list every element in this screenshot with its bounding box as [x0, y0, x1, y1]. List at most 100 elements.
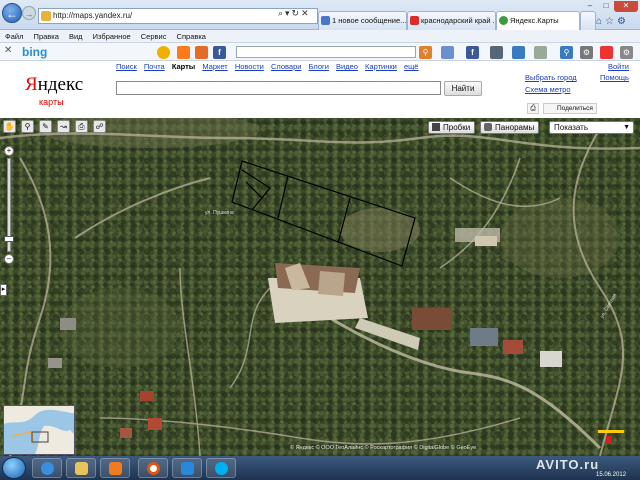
menu-file[interactable]: Файл [5, 32, 23, 41]
search-toolbar-icon[interactable]: ⚲ [560, 46, 573, 59]
menu-bar: Файл Правка Вид Избранное Сервис Справка [0, 30, 640, 43]
yandex-site-icon [41, 11, 51, 21]
qip-icon [181, 462, 194, 475]
zoom-slider[interactable]: + – [4, 146, 14, 264]
facebook-icon[interactable]: f [213, 46, 226, 59]
zoom-out-button[interactable]: – [4, 254, 14, 264]
yandex-header: Яндекс карты Поиск Почта Карты Маркет Но… [0, 61, 640, 118]
nav-pochta[interactable]: Почта [144, 62, 165, 71]
skype-icon [215, 462, 228, 475]
media-player-icon [109, 462, 122, 475]
panoramas-button[interactable]: Панорамы [480, 121, 540, 134]
nav-poisk[interactable]: Поиск [116, 62, 137, 71]
taskbar-media[interactable] [100, 458, 130, 478]
browser-toolbar: ← → http://maps.yandex.ru/ ⌕▾↻✕ 1 новое … [0, 0, 640, 30]
metro-map-link[interactable]: Схема метро [525, 85, 571, 94]
tab-krasnodar[interactable]: краснодарский край ... [407, 11, 496, 30]
menu-tools[interactable]: Сервис [141, 32, 167, 41]
news-icon[interactable] [177, 46, 190, 59]
satellite-map[interactable]: ✋ ⚲ ✎ ↝ ⎙ ☍ Пробки Панорамы Показать ▼ +… [0, 118, 640, 456]
maps-icon [499, 16, 508, 25]
like-icon[interactable] [441, 46, 454, 59]
minimap-drawing [4, 406, 74, 454]
taskbar-skype[interactable] [206, 458, 236, 478]
taskbar-qip[interactable] [172, 458, 202, 478]
facebook-share-icon[interactable]: f [466, 46, 479, 59]
hand-tool-icon[interactable]: ✋ [3, 120, 16, 133]
menu-help[interactable]: Справка [177, 32, 206, 41]
search-button[interactable]: Найти [444, 81, 482, 96]
yandex-services-nav: Поиск Почта Карты Маркет Новости Словари… [116, 62, 423, 71]
zoom-handle[interactable] [4, 236, 14, 242]
bing-search-input[interactable] [236, 46, 416, 58]
minimize-button[interactable]: – [582, 1, 598, 12]
yandex-icon [410, 16, 419, 25]
help-link[interactable]: Помощь [600, 73, 629, 82]
panorama-icon [484, 123, 492, 131]
map-search-input[interactable] [116, 81, 441, 95]
nav-video[interactable]: Видео [336, 62, 358, 71]
nav-novosti[interactable]: Новости [235, 62, 264, 71]
ie-icon [41, 462, 54, 475]
vk-icon [321, 16, 330, 25]
zoom-in-button[interactable]: + [4, 146, 14, 156]
avito-watermark: AVITO.ru [536, 457, 600, 472]
address-bar[interactable]: http://maps.yandex.ru/ [38, 8, 318, 24]
weather-icon[interactable] [157, 46, 170, 59]
maximize-button[interactable]: □ [598, 1, 614, 12]
link-tool-icon[interactable]: ☍ [93, 120, 106, 133]
collapse-panel-arrow[interactable]: ▸ [0, 284, 7, 296]
login-link[interactable]: Войти [608, 62, 629, 71]
route-tool-icon[interactable]: ↝ [57, 120, 70, 133]
scale-bar [598, 430, 624, 433]
new-tab-button[interactable] [580, 11, 596, 30]
pin-icon[interactable] [600, 46, 613, 59]
ruler-tool-icon[interactable]: ✎ [39, 120, 52, 133]
menu-favorites[interactable]: Избранное [93, 32, 131, 41]
settings-toolbar-icon[interactable]: ⚙ [580, 46, 593, 59]
yandex-logo[interactable]: Яндекс [25, 74, 83, 96]
close-window-button[interactable]: ✕ [614, 1, 638, 12]
taskbar-explorer[interactable] [66, 458, 96, 478]
video-icon[interactable] [534, 46, 547, 59]
overview-minimap[interactable] [3, 405, 75, 455]
nav-more[interactable]: ещё [404, 62, 419, 71]
print-map-icon[interactable]: ⎙ [75, 120, 88, 133]
choose-city-link[interactable]: Выбрать город [525, 73, 577, 82]
mail-icon[interactable] [195, 46, 208, 59]
address-controls[interactable]: ⌕▾↻✕ [278, 8, 311, 19]
traffic-icon [432, 123, 440, 131]
clock-date: 15.06.2012 [596, 472, 627, 478]
close-toolbar-icon[interactable]: ✕ [4, 45, 12, 56]
layer-select[interactable]: Показать ▼ [549, 121, 634, 134]
translate-icon[interactable] [490, 46, 503, 59]
nav-slovari[interactable]: Словари [271, 62, 301, 71]
bing-toolbar: ✕ bing f ⚲ f ⚲ ⚙ ⚙ [0, 43, 640, 61]
map-copyright: © Яндекс © ООО ГеоАлайнс © Роскартографи… [290, 445, 477, 451]
tab-messages[interactable]: 1 новое сообщение... [318, 11, 407, 30]
opera-icon [147, 462, 160, 475]
taskbar-opera[interactable] [138, 458, 168, 478]
bing-search-icon[interactable]: ⚲ [419, 46, 432, 59]
bing-logo: bing [22, 45, 48, 59]
print-icon[interactable]: ⎙ [527, 103, 539, 114]
menu-edit[interactable]: Правка [34, 32, 59, 41]
back-button[interactable]: ← [2, 3, 22, 23]
maps-toolbar-icon[interactable] [512, 46, 525, 59]
taskbar-ie[interactable] [32, 458, 62, 478]
menu-view[interactable]: Вид [69, 32, 83, 41]
traffic-button[interactable]: Пробки [428, 121, 476, 134]
nav-blogi[interactable]: Блоги [309, 62, 329, 71]
nav-market[interactable]: Маркет [202, 62, 227, 71]
folder-icon [75, 462, 88, 475]
start-button[interactable] [2, 457, 26, 479]
toolbar-gear-icon[interactable]: ⚙ [620, 46, 633, 59]
forward-button[interactable]: → [22, 6, 36, 20]
chevron-down-icon: ▼ [623, 124, 630, 131]
share-button[interactable]: Поделиться [543, 103, 597, 114]
nav-kartinki[interactable]: Картинки [365, 62, 397, 71]
tab-yandex-maps[interactable]: Яндекс.Карты [496, 11, 580, 30]
zoom-tool-icon[interactable]: ⚲ [21, 120, 34, 133]
street-label: ул. Пушкина [205, 210, 234, 216]
home-star-gear-icons[interactable]: ⌂☆⚙ [596, 16, 629, 27]
